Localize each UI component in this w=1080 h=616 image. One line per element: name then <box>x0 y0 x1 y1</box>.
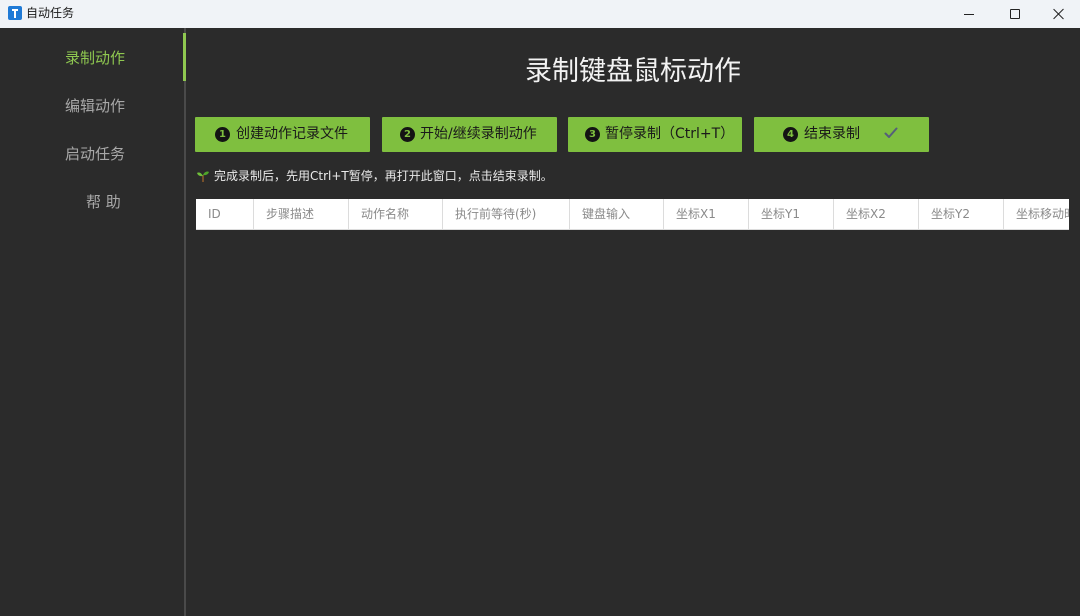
page-title: 录制键盘鼠标动作 <box>525 56 741 87</box>
check-icon <box>884 127 898 138</box>
column-header-x1[interactable]: 坐标X1 <box>664 199 749 229</box>
start-continue-record-button[interactable]: 2 开始/继续录制动作 <box>382 117 557 152</box>
column-header-move-time[interactable]: 坐标移动时 <box>1004 199 1069 229</box>
sidebar-item-edit[interactable]: 编辑动作 <box>0 91 184 121</box>
close-button[interactable] <box>1038 0 1080 28</box>
maximize-button[interactable] <box>992 0 1038 28</box>
minimize-button[interactable] <box>946 0 992 28</box>
close-icon <box>1053 8 1065 20</box>
column-header-y2[interactable]: 坐标Y2 <box>919 199 1004 229</box>
column-header-step-desc[interactable]: 步骤描述 <box>254 199 349 229</box>
sprout-icon <box>197 171 209 182</box>
number-badge: 3 <box>585 127 600 142</box>
column-header-keyboard-input[interactable]: 键盘输入 <box>570 199 664 229</box>
sidebar-divider <box>184 28 186 616</box>
title-bar[interactable]: 自动任务 <box>0 0 1080 28</box>
column-header-wait-before[interactable]: 执行前等待(秒) <box>443 199 570 229</box>
column-header-x2[interactable]: 坐标X2 <box>834 199 919 229</box>
button-label: 开始/继续录制动作 <box>420 126 537 142</box>
sidebar-item-record[interactable]: 录制动作 <box>0 43 184 73</box>
button-label: 创建动作记录文件 <box>236 126 348 142</box>
maximize-icon <box>1010 9 1020 19</box>
number-badge: 1 <box>215 127 230 142</box>
number-badge: 4 <box>783 127 798 142</box>
app-window: 自动任务 录制动作 编辑动作 启动任务 帮 助 录制键盘鼠标动作 1 创建动作记… <box>0 0 1080 616</box>
sidebar-item-label: 录制动作 <box>65 49 126 67</box>
sidebar-item-label: 启动任务 <box>65 145 126 163</box>
sidebar-item-label: 编辑动作 <box>65 97 126 115</box>
hint-text: 完成录制后，先用Ctrl+T暂停，再打开此窗口，点击结束录制。 <box>214 169 553 183</box>
sidebar-item-start-task[interactable]: 启动任务 <box>0 139 184 169</box>
button-label: 暂停录制（Ctrl+T） <box>605 126 735 142</box>
end-record-button[interactable]: 4 结束录制 <box>754 117 929 152</box>
number-badge: 2 <box>400 127 415 142</box>
create-record-file-button[interactable]: 1 创建动作记录文件 <box>195 117 370 152</box>
minimize-icon <box>964 13 974 15</box>
button-label: 结束录制 <box>804 126 860 142</box>
record-table-header: ID 步骤描述 动作名称 执行前等待(秒) 键盘输入 坐标X1 坐标Y1 坐标X… <box>196 199 1069 230</box>
record-table-body <box>196 231 1069 611</box>
pause-record-button[interactable]: 3 暂停录制（Ctrl+T） <box>568 117 742 152</box>
column-header-y1[interactable]: 坐标Y1 <box>749 199 834 229</box>
column-header-action-name[interactable]: 动作名称 <box>349 199 443 229</box>
app-icon <box>8 6 22 20</box>
sidebar-item-label: 帮 助 <box>86 193 121 211</box>
column-header-id[interactable]: ID <box>196 199 254 229</box>
window-title: 自动任务 <box>26 6 75 20</box>
sidebar-item-help[interactable]: 帮 助 <box>0 187 184 217</box>
